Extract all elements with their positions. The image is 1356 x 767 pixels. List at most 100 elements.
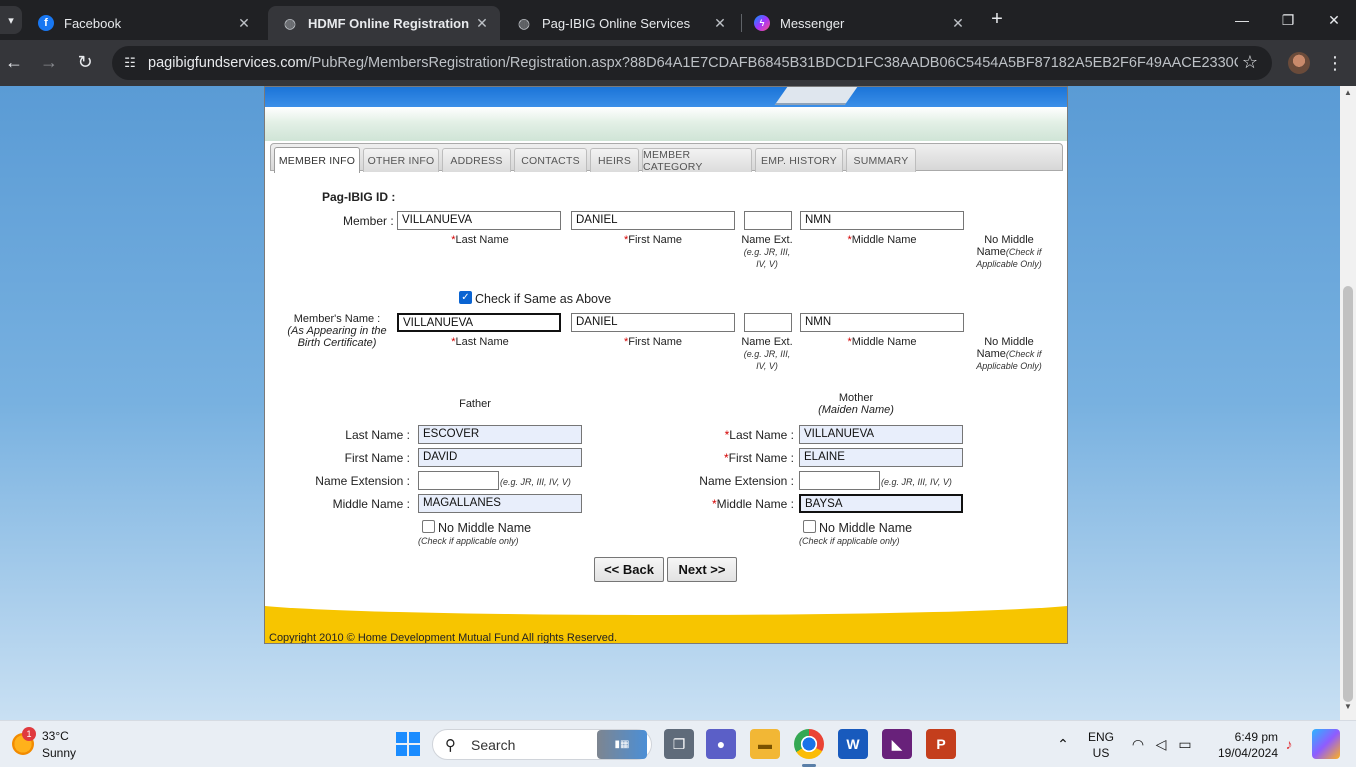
close-icon[interactable]: ✕: [948, 15, 968, 32]
footer-wave: [265, 599, 1067, 615]
battery-icon[interactable]: ▭: [1176, 735, 1194, 753]
members-name-ext-input[interactable]: [744, 313, 792, 332]
task-view-icon[interactable]: ❐: [664, 729, 694, 759]
volume-icon[interactable]: ◁: [1152, 735, 1170, 753]
site-info-icon[interactable]: ☷: [120, 53, 140, 73]
father-first-name-input[interactable]: DAVID: [418, 448, 582, 467]
father-middle-name-input[interactable]: MAGALLANES: [418, 494, 582, 513]
last-name-caption: *Last Name: [451, 234, 509, 246]
copilot-icon[interactable]: [1312, 729, 1340, 759]
tab-search-button[interactable]: ▾: [0, 6, 22, 34]
members-name-first-input[interactable]: DANIEL: [571, 313, 735, 332]
wifi-icon[interactable]: ◠: [1129, 735, 1147, 753]
messenger-icon: ϟ: [754, 15, 770, 31]
pagibig-id-label: Pag-IBIG ID :: [322, 190, 396, 204]
mother-no-middle-checkbox[interactable]: [803, 520, 816, 533]
father-no-middle-checkbox[interactable]: [422, 520, 435, 533]
name-ext-caption: Name Ext. (e.g. JR, III, IV, V): [741, 234, 793, 269]
browser-tab-bar: ▾ f Facebook ✕ ◍ HDMF Online Registratio…: [0, 0, 1356, 40]
mother-ext-hint: (e.g. JR, III, IV, V): [881, 477, 952, 487]
same-as-above-checkbox[interactable]: ✓: [459, 291, 472, 304]
father-last-name-input[interactable]: ESCOVER: [418, 425, 582, 444]
restore-button[interactable]: ❐: [1265, 0, 1311, 40]
close-icon[interactable]: ✕: [472, 15, 492, 32]
bookmark-star-icon[interactable]: ☆: [1242, 52, 1258, 73]
back-button[interactable]: << Back: [594, 557, 664, 582]
profile-avatar[interactable]: [1288, 52, 1310, 74]
mother-last-name-input[interactable]: VILLANUEVA: [799, 425, 963, 444]
clock-date[interactable]: 19/04/2024: [1206, 746, 1278, 760]
weather-temperature[interactable]: 33°C: [42, 729, 69, 743]
mother-no-middle-label: No Middle Name: [819, 521, 913, 535]
father-name-ext-input[interactable]: [418, 471, 499, 490]
search-highlight-icon[interactable]: ▮▦: [597, 730, 647, 759]
name-ext-caption: Name Ext. (e.g. JR, III, IV, V): [741, 336, 793, 371]
windows-start-icon[interactable]: [396, 732, 420, 756]
middle-name-caption: *Middle Name: [847, 336, 917, 348]
middle-name-caption: *Middle Name: [847, 234, 917, 246]
member-middle-name-input[interactable]: NMN: [800, 211, 964, 230]
file-explorer-icon[interactable]: ▬: [750, 729, 780, 759]
bell-icon[interactable]: ♪: [1280, 735, 1298, 753]
word-icon[interactable]: W: [838, 729, 868, 759]
father-ext-hint: (e.g. JR, III, IV, V): [500, 477, 571, 487]
chat-icon[interactable]: ●: [706, 729, 736, 759]
clock-time[interactable]: 6:49 pm: [1206, 730, 1278, 744]
scrollbar-thumb[interactable]: [1343, 286, 1353, 702]
tab-address[interactable]: ADDRESS: [442, 148, 511, 172]
new-tab-button[interactable]: +: [986, 8, 1008, 32]
url-text[interactable]: pagibigfundservices.com/PubReg/MembersRe…: [148, 55, 1238, 71]
notification-badge: 1: [22, 727, 36, 741]
reload-icon[interactable]: ↻: [71, 48, 99, 76]
mother-last-name-label: *Last Name :: [724, 428, 794, 442]
mother-middle-name-input[interactable]: BAYSA: [799, 494, 963, 513]
minimize-button[interactable]: —: [1219, 0, 1265, 40]
taskbar-search-box[interactable]: ⚲ Search ▮▦: [432, 729, 652, 760]
browser-tab-pagibig[interactable]: ◍ Pag-IBIG Online Services ✕: [502, 6, 738, 40]
tab-member-category[interactable]: MEMBER CATEGORY: [642, 148, 752, 173]
browser-tab-hdmf[interactable]: ◍ HDMF Online Registration Syst ✕: [268, 6, 500, 40]
scroll-down-arrow-icon[interactable]: ▼: [1340, 702, 1356, 716]
members-name-middle-input[interactable]: NMN: [800, 313, 964, 332]
tab-member-info[interactable]: MEMBER INFO: [274, 147, 360, 173]
tab-summary[interactable]: SUMMARY: [846, 148, 916, 172]
address-bar[interactable]: ☷ pagibigfundservices.com/PubReg/Members…: [112, 46, 1272, 80]
browser-tab-messenger[interactable]: ϟ Messenger ✕: [740, 6, 976, 40]
region-indicator[interactable]: US: [1086, 746, 1116, 760]
tab-title: Facebook: [64, 15, 122, 31]
tab-heirs[interactable]: HEIRS: [590, 148, 639, 172]
tab-emp-history[interactable]: EMP. HISTORY: [755, 148, 843, 172]
close-icon[interactable]: ✕: [710, 15, 730, 32]
browser-menu-icon[interactable]: ⋮: [1324, 48, 1346, 78]
tab-other-info[interactable]: OTHER INFO: [363, 148, 439, 172]
mother-name-ext-input[interactable]: [799, 471, 880, 490]
browser-tab-facebook[interactable]: f Facebook ✕: [24, 6, 262, 40]
member-last-name-input[interactable]: VILLANUEVA: [397, 211, 561, 230]
close-window-button[interactable]: ✕: [1311, 0, 1356, 40]
chevron-up-icon[interactable]: ⌃: [1054, 735, 1072, 753]
tab-contacts[interactable]: CONTACTS: [514, 148, 587, 172]
page-scrollbar[interactable]: ▲ ▼: [1340, 86, 1356, 720]
back-arrow-icon[interactable]: ←: [0, 48, 28, 76]
header-wave: [265, 107, 1067, 143]
member-name-ext-input[interactable]: [744, 211, 792, 230]
close-icon[interactable]: ✕: [234, 15, 254, 32]
language-indicator[interactable]: ENG: [1086, 730, 1116, 744]
windows-taskbar: 1 33°C Sunny ⚲ Search ▮▦ ❐ ● ▬ W ◣ P ⌃ E…: [0, 720, 1356, 767]
members-name-last-input[interactable]: VILLANUEVA: [397, 313, 561, 332]
powerpoint-icon[interactable]: P: [926, 729, 956, 759]
tab-title: Messenger: [780, 15, 845, 31]
scroll-up-arrow-icon[interactable]: ▲: [1340, 88, 1356, 102]
next-button[interactable]: Next >>: [667, 557, 737, 582]
member-first-name-input[interactable]: DANIEL: [571, 211, 735, 230]
mother-first-name-input[interactable]: ELAINE: [799, 448, 963, 467]
visual-studio-icon[interactable]: ◣: [882, 729, 912, 759]
father-no-middle-label: No Middle Name: [438, 521, 532, 535]
header-banner: [265, 87, 1067, 107]
members-name-label: Member's Name : (As Appearing in the Birt…: [287, 313, 387, 349]
chrome-icon[interactable]: [794, 729, 824, 759]
forward-arrow-icon[interactable]: →: [35, 48, 63, 76]
globe-icon: ◍: [517, 14, 531, 31]
weather-condition[interactable]: Sunny: [42, 746, 76, 760]
registration-panel: MEMBER INFO OTHER INFO ADDRESS CONTACTS …: [264, 86, 1068, 644]
